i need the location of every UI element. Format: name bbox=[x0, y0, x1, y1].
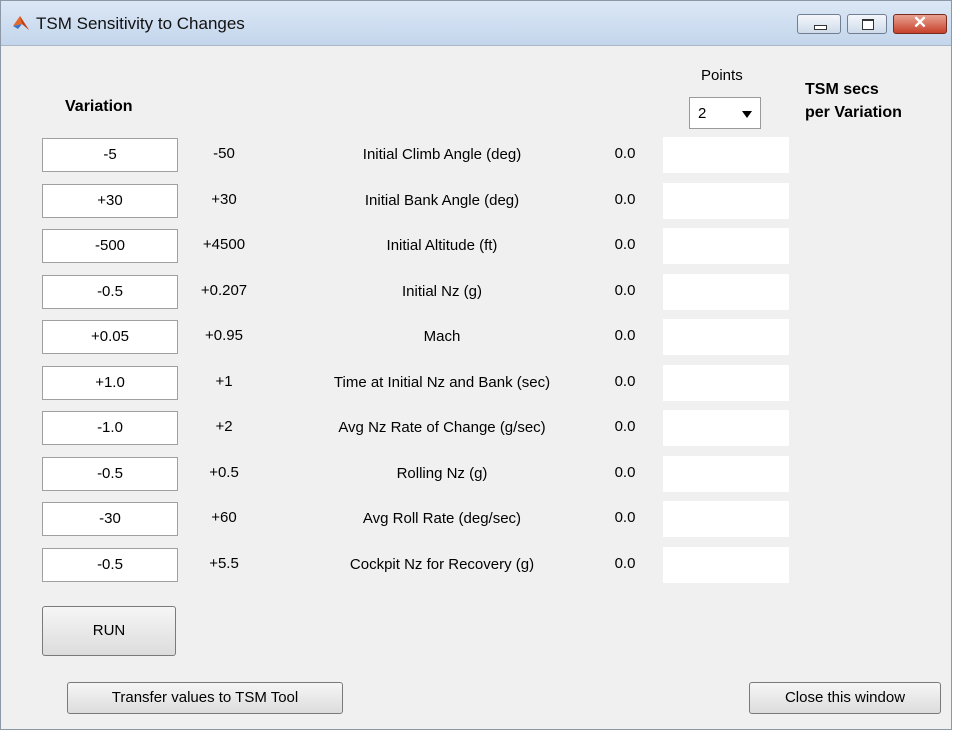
parameter-label: Initial Bank Angle (deg) bbox=[364, 192, 520, 209]
result-value: 0.0 bbox=[614, 236, 636, 253]
parameter-value: -50 bbox=[213, 145, 235, 162]
variation-input[interactable]: +30 bbox=[42, 184, 178, 218]
points-dropdown[interactable]: 2 bbox=[689, 97, 761, 129]
parameter-label: Time at Initial Nz and Bank (sec) bbox=[333, 374, 551, 391]
parameter-value: +0.95 bbox=[205, 327, 243, 344]
transfer-values-button[interactable]: Transfer values to TSM Tool bbox=[67, 682, 343, 714]
result-value: 0.0 bbox=[614, 282, 636, 299]
points-dropdown-value: 2 bbox=[698, 105, 707, 122]
parameter-label: Avg Nz Rate of Change (g/sec) bbox=[338, 419, 546, 436]
parameter-value: +2 bbox=[215, 418, 233, 435]
tsm-output-field bbox=[663, 228, 789, 264]
result-value: 0.0 bbox=[614, 191, 636, 208]
app-window: TSM Sensitivity to Changes ✕ Variation P… bbox=[0, 0, 952, 730]
tsm-output-field bbox=[663, 183, 789, 219]
variation-input[interactable]: -30 bbox=[42, 502, 178, 536]
result-value: 0.0 bbox=[614, 327, 636, 344]
parameter-value: +5.5 bbox=[209, 555, 239, 572]
variation-input[interactable]: -1.0 bbox=[42, 411, 178, 445]
parameter-value: +30 bbox=[211, 191, 237, 208]
window-title: TSM Sensitivity to Changes bbox=[36, 14, 245, 33]
variation-input[interactable]: -500 bbox=[42, 229, 178, 263]
variation-input[interactable]: -0.5 bbox=[42, 457, 178, 491]
tsm-output-field bbox=[663, 410, 789, 446]
variation-input[interactable]: +0.05 bbox=[42, 320, 178, 354]
variation-input[interactable]: -0.5 bbox=[42, 275, 178, 309]
parameter-value: +0.207 bbox=[200, 282, 248, 299]
parameter-label: Mach bbox=[423, 328, 461, 345]
variation-input[interactable]: -0.5 bbox=[42, 548, 178, 582]
maximize-icon bbox=[862, 19, 874, 30]
minimize-icon bbox=[814, 25, 827, 30]
parameter-label: Cockpit Nz for Recovery (g) bbox=[349, 556, 535, 573]
parameter-value: +60 bbox=[211, 509, 237, 526]
minimize-button[interactable] bbox=[797, 14, 841, 34]
tsm-output-field bbox=[663, 365, 789, 401]
parameter-value: +0.5 bbox=[209, 464, 239, 481]
maximize-button[interactable] bbox=[847, 14, 887, 34]
dialog-content: Variation Points 2 TSM secs per Variatio… bbox=[1, 46, 951, 729]
parameter-label: Avg Roll Rate (deg/sec) bbox=[362, 510, 522, 527]
close-window-button[interactable]: ✕ bbox=[893, 13, 947, 34]
tsm-output-field bbox=[663, 319, 789, 355]
parameter-label: Initial Climb Angle (deg) bbox=[362, 146, 522, 163]
tsm-header-line1: TSM secs bbox=[805, 81, 879, 98]
tsm-header-line2: per Variation bbox=[805, 104, 902, 121]
parameter-value: +4500 bbox=[202, 236, 246, 253]
result-value: 0.0 bbox=[614, 145, 636, 162]
result-value: 0.0 bbox=[614, 464, 636, 481]
tsm-output-field bbox=[663, 501, 789, 537]
result-value: 0.0 bbox=[614, 509, 636, 526]
variation-input[interactable]: +1.0 bbox=[42, 366, 178, 400]
close-icon: ✕ bbox=[912, 13, 928, 32]
variation-input[interactable]: -5 bbox=[42, 138, 178, 172]
result-value: 0.0 bbox=[614, 555, 636, 572]
parameter-value: +1 bbox=[215, 373, 233, 390]
tsm-output-field bbox=[663, 137, 789, 173]
chevron-down-icon bbox=[742, 111, 752, 118]
parameter-label: Initial Nz (g) bbox=[401, 283, 483, 300]
tsm-output-field bbox=[663, 456, 789, 492]
run-button[interactable]: RUN bbox=[42, 606, 176, 656]
result-value: 0.0 bbox=[614, 373, 636, 390]
points-label: Points bbox=[701, 67, 743, 84]
result-value: 0.0 bbox=[614, 418, 636, 435]
tsm-output-field bbox=[663, 274, 789, 310]
close-this-window-button[interactable]: Close this window bbox=[749, 682, 941, 714]
variation-header: Variation bbox=[65, 98, 133, 115]
title-bar[interactable]: TSM Sensitivity to Changes ✕ bbox=[1, 1, 951, 46]
tsm-output-field bbox=[663, 547, 789, 583]
parameter-label: Rolling Nz (g) bbox=[396, 465, 488, 482]
matlab-icon bbox=[12, 14, 30, 32]
parameter-label: Initial Altitude (ft) bbox=[386, 237, 498, 254]
